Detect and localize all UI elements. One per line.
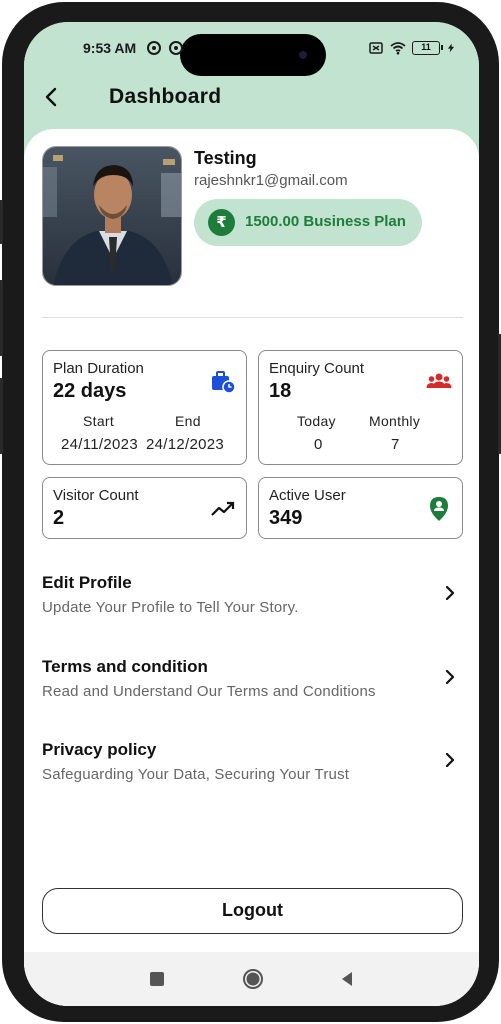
sync-icon xyxy=(147,41,161,55)
divider xyxy=(42,317,463,318)
enquiry-count-value: 18 xyxy=(269,380,292,402)
enquiry-count-label: Enquiry Count xyxy=(269,360,365,377)
enquiry-today-label: Today xyxy=(297,413,336,429)
charging-icon xyxy=(447,43,455,53)
dynamic-island xyxy=(180,34,326,76)
menu-item-title: Privacy policy xyxy=(42,740,157,759)
page-title: Dashboard xyxy=(109,85,222,108)
trending-up-icon xyxy=(211,501,235,516)
battery-tip xyxy=(441,45,443,50)
status-icons-right: 11 xyxy=(368,40,456,56)
battery-icon: 11 xyxy=(412,41,443,55)
phone-frame: 9:53 AM 11 Dashboard Testing rajeshnkr1@… xyxy=(0,2,501,1022)
active-user-value: 349 xyxy=(269,507,303,529)
plan-end-value: 24/12/2023 xyxy=(146,436,225,453)
profile-email: rajeshnkr1@gmail.com xyxy=(194,172,348,189)
briefcase-clock-icon xyxy=(212,371,236,394)
menu-item-title: Terms and condition xyxy=(42,657,208,676)
enquiry-monthly-label: Monthly xyxy=(369,413,421,429)
status-time: 9:53 AM xyxy=(83,40,137,56)
screen: 9:53 AM 11 Dashboard Testing rajeshnkr1@… xyxy=(24,22,479,1006)
chevron-right-icon xyxy=(445,752,455,768)
plan-end-label: End xyxy=(175,413,201,429)
status-icons-left xyxy=(146,40,184,56)
profile-photo xyxy=(43,147,181,285)
plan-start-label: Start xyxy=(83,413,115,429)
back-triangle-icon[interactable] xyxy=(338,970,356,988)
phone-volume-down xyxy=(0,378,3,454)
battery-level: 11 xyxy=(421,42,431,52)
menu-item-subtitle: Read and Understand Our Terms and Condit… xyxy=(42,683,376,700)
menu-item-subtitle: Update Your Profile to Tell Your Story. xyxy=(42,599,299,616)
person-pin-icon xyxy=(430,497,448,521)
menu-item-subtitle: Safeguarding Your Data, Securing Your Tr… xyxy=(42,766,350,783)
sync-icon-2 xyxy=(169,41,183,55)
system-nav-bar xyxy=(24,952,479,1006)
rupee-icon: ₹ xyxy=(208,209,235,236)
plan-duration-label: Plan Duration xyxy=(53,360,144,377)
sim-off-icon xyxy=(369,42,383,54)
logout-button[interactable]: Logout xyxy=(42,888,463,934)
profile-name: Testing xyxy=(194,148,257,168)
plan-badge: ₹ 1500.00 Business Plan xyxy=(194,199,422,246)
plan-duration-card: Plan Duration 22 days Start End 24/11/20… xyxy=(42,350,247,465)
wifi-icon xyxy=(390,42,406,55)
menu-item-terms[interactable]: Terms and condition Read and Understand … xyxy=(42,657,463,717)
chevron-right-icon xyxy=(445,669,455,685)
avatar xyxy=(42,146,182,286)
home-circle-icon[interactable] xyxy=(242,968,264,990)
phone-side-button xyxy=(0,200,3,244)
enquiry-today-value: 0 xyxy=(314,436,323,453)
plan-label: 1500.00 Business Plan xyxy=(245,213,406,230)
menu-item-privacy[interactable]: Privacy policy Safeguarding Your Data, S… xyxy=(42,740,463,800)
back-chevron-icon[interactable] xyxy=(39,84,65,110)
recents-square-icon[interactable] xyxy=(150,972,164,986)
active-user-label: Active User xyxy=(269,487,346,504)
active-user-card: Active User 349 xyxy=(258,477,463,539)
plan-start-value: 24/11/2023 xyxy=(61,436,138,453)
group-icon xyxy=(426,373,452,388)
enquiry-monthly-value: 7 xyxy=(391,436,400,453)
visitor-count-value: 2 xyxy=(53,507,65,529)
visitor-count-label: Visitor Count xyxy=(53,487,139,504)
enquiry-count-card: Enquiry Count 18 Today Monthly 0 7 xyxy=(258,350,463,465)
chevron-right-icon xyxy=(445,585,455,601)
visitor-count-card: Visitor Count 2 xyxy=(42,477,247,539)
camera-dot xyxy=(299,51,307,59)
phone-volume-up xyxy=(0,280,3,356)
menu-item-edit-profile[interactable]: Edit Profile Update Your Profile to Tell… xyxy=(42,573,463,633)
menu-item-title: Edit Profile xyxy=(42,573,132,592)
plan-duration-value: 22 days xyxy=(53,380,127,402)
